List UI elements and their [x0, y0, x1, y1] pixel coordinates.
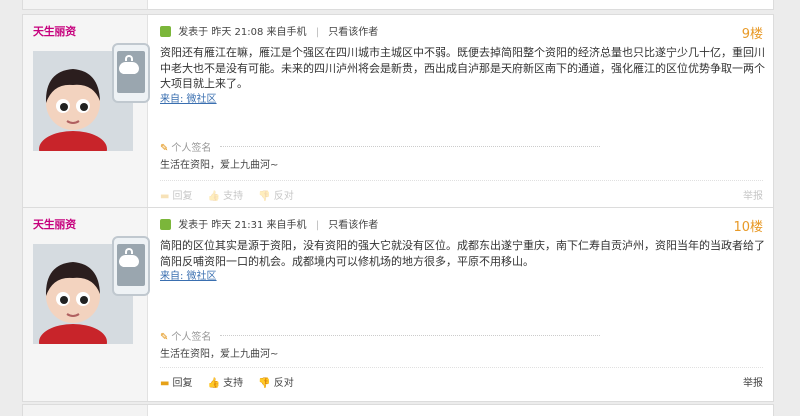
- reply-button[interactable]: ▬ 回复: [160, 191, 192, 202]
- post-status-icon: [160, 219, 171, 230]
- post-time: 发表于 昨天 21:31 来自手机: [178, 220, 307, 231]
- oppose-button[interactable]: 👎 反对: [258, 378, 293, 389]
- report-button[interactable]: 举报: [743, 187, 763, 202]
- previous-post-sidebar: [23, 0, 148, 9]
- post-actions: ▬ 回复 👍 支持 👎 反对: [160, 187, 306, 202]
- reply-icon: ▬: [160, 378, 170, 389]
- floor-number[interactable]: 10楼: [733, 216, 763, 235]
- signature-label: ✎ 个人签名: [160, 143, 212, 154]
- pencil-icon: ✎: [160, 143, 169, 154]
- post-main: 发表于 昨天 21:31 来自手机 | 只看该作者 10楼 简阳的区位其实是源于…: [160, 208, 773, 401]
- author-name[interactable]: 天生丽资: [33, 216, 76, 232]
- pencil-icon: ✎: [160, 332, 169, 343]
- mobile-client-icon: [112, 43, 150, 103]
- support-button[interactable]: 👍 支持: [208, 378, 243, 389]
- thumbs-up-icon: 👍: [207, 378, 221, 389]
- next-post-sidebar: [23, 405, 148, 416]
- thumbs-up-icon: 👍: [207, 191, 221, 202]
- post-author-sidebar: 天生丽资: [23, 208, 150, 401]
- post-content: 资阳还有雁江在嘛，雁江是个强区在四川城市主城区中不弱。既便去掉简阳整个资阳的经济…: [160, 45, 772, 107]
- post-actions: ▬ 回复 👍 支持 👎 反对: [160, 374, 306, 389]
- actions-divider: [160, 367, 763, 368]
- actions-divider: [160, 180, 763, 181]
- thumbs-down-icon: 👎: [258, 191, 271, 202]
- author-name[interactable]: 天生丽资: [33, 23, 76, 39]
- oppose-button[interactable]: 👎 反对: [258, 191, 293, 202]
- signature-divider: [220, 335, 600, 336]
- post-content-text: 简阳的区位其实是源于资阳，没有资阳的强大它就没有区位。成都东出遂宁重庆，南下仁寿…: [160, 239, 765, 268]
- post-main: 发表于 昨天 21:08 来自手机 | 只看该作者 9楼 资阳还有雁江在嘛，雁江…: [160, 15, 773, 208]
- post-content-text: 资阳还有雁江在嘛，雁江是个强区在四川城市主城区中不弱。既便去掉简阳整个资阳的经济…: [160, 46, 765, 90]
- signature-text: 生活在资阳，爱上九曲河~: [160, 160, 279, 171]
- reply-icon: ▬: [160, 191, 170, 202]
- source-link[interactable]: 来自: 微社区: [160, 92, 772, 108]
- source-link[interactable]: 来自: 微社区: [160, 269, 772, 285]
- signature-divider: [220, 146, 600, 147]
- post-meta: 发表于 昨天 21:08 来自手机 | 只看该作者: [160, 23, 378, 38]
- mobile-client-icon: [112, 236, 150, 296]
- post-content: 简阳的区位其实是源于资阳，没有资阳的强大它就没有区位。成都东出遂宁重庆，南下仁寿…: [160, 238, 772, 285]
- signature-label: ✎ 个人签名: [160, 332, 212, 343]
- forum-post: 天生丽资 发表于 昨天 21:31 来自手机 | 只看该作者 10楼 简阳的区位…: [22, 207, 774, 402]
- previous-post-footer: [22, 0, 774, 10]
- thumbs-down-icon: 👎: [258, 378, 271, 389]
- post-status-icon: [160, 26, 171, 37]
- only-author-link[interactable]: 只看该作者: [328, 220, 378, 231]
- forum-post: 天生丽资 发表于 昨天 21:08 来自手机 | 只看该作者 9楼 资阳还有雁江…: [22, 14, 774, 209]
- post-author-sidebar: 天生丽资: [23, 15, 150, 208]
- post-time: 发表于 昨天 21:08 来自手机: [178, 27, 307, 38]
- next-post-header: [22, 404, 774, 416]
- signature-text: 生活在资阳，爱上九曲河~: [160, 349, 279, 360]
- support-button[interactable]: 👍 支持: [208, 191, 243, 202]
- reply-button[interactable]: ▬ 回复: [160, 378, 192, 389]
- only-author-link[interactable]: 只看该作者: [328, 27, 378, 38]
- report-button[interactable]: 举报: [743, 374, 763, 389]
- post-meta: 发表于 昨天 21:31 来自手机 | 只看该作者: [160, 216, 378, 231]
- floor-number[interactable]: 9楼: [742, 23, 763, 42]
